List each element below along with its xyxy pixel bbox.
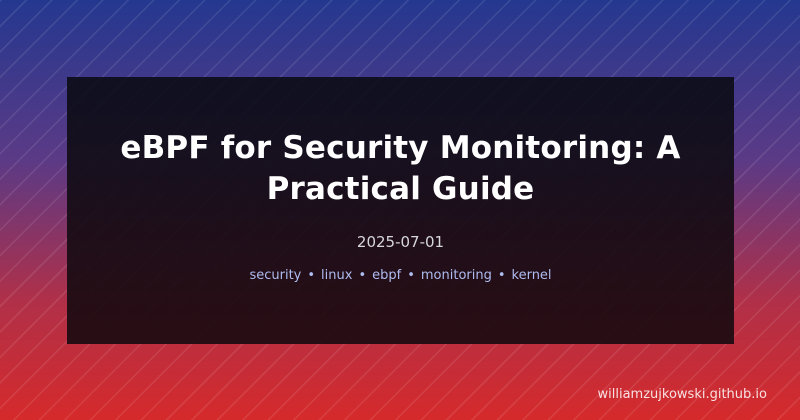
post-title: eBPF for Security Monitoring: A Practica… bbox=[120, 130, 681, 207]
tag-separator: • bbox=[497, 268, 506, 283]
post-tags: security • linux • ebpf • monitoring • kernel bbox=[249, 268, 551, 284]
tag-monitoring: monitoring bbox=[420, 268, 492, 283]
post-card: eBPF for Security Monitoring: A Practica… bbox=[67, 77, 734, 344]
post-date: 2025-07-01 bbox=[356, 233, 445, 251]
tag-separator: • bbox=[307, 268, 316, 283]
tag-linux: linux bbox=[321, 268, 353, 283]
tag-separator: • bbox=[407, 268, 415, 283]
tag-kernel: kernel bbox=[511, 268, 552, 283]
tag-separator: • bbox=[358, 268, 367, 283]
tag-security: security bbox=[249, 268, 302, 283]
tag-ebpf: ebpf bbox=[372, 268, 402, 283]
site-url: williamzujkowski.github.io bbox=[597, 387, 767, 402]
